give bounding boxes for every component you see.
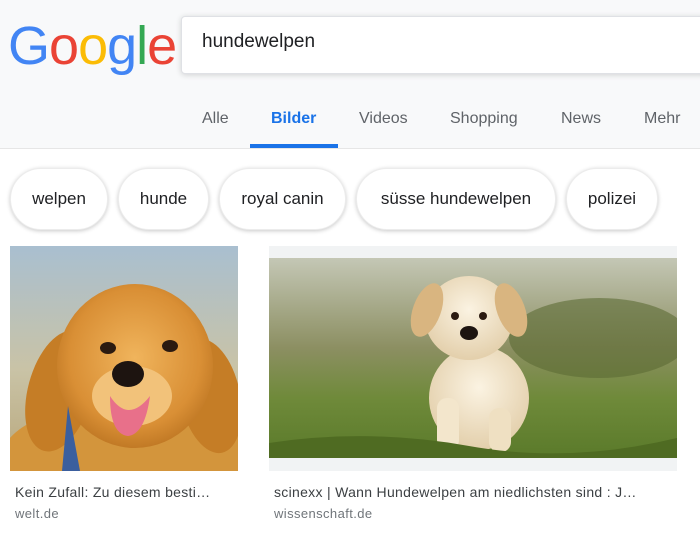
tab-shopping[interactable]: Shopping bbox=[450, 110, 518, 128]
result-caption[interactable]: Kein Zufall: Zu diesem besti… bbox=[15, 484, 237, 500]
golden-retriever-puppy-image bbox=[0, 246, 260, 521]
search-box[interactable] bbox=[181, 16, 700, 74]
google-logo[interactable]: Google bbox=[8, 16, 177, 76]
tab-news[interactable]: News bbox=[561, 110, 601, 128]
result-source[interactable]: wissenschaft.de bbox=[274, 506, 373, 521]
related-search-chips: welpen hunde royal canin süsse hundewelp… bbox=[0, 168, 700, 232]
chip-hunde[interactable]: hunde bbox=[118, 168, 209, 230]
image-result-2[interactable] bbox=[269, 258, 689, 458]
result-source[interactable]: welt.de bbox=[15, 506, 59, 521]
chip-welpen[interactable]: welpen bbox=[10, 168, 108, 230]
result-caption[interactable]: scinexx | Wann Hundewelpen am niedlichst… bbox=[274, 484, 672, 500]
search-input[interactable] bbox=[202, 31, 682, 53]
tab-bilder[interactable]: Bilder bbox=[271, 110, 316, 128]
tab-alle[interactable]: Alle bbox=[202, 110, 229, 128]
header-bar: Google Alle Bilder Videos Shopping News … bbox=[0, 0, 700, 149]
active-tab-indicator bbox=[250, 144, 338, 148]
tab-mehr[interactable]: Mehr bbox=[644, 110, 680, 128]
logo-letter: o bbox=[49, 16, 79, 76]
logo-letter: G bbox=[8, 16, 50, 76]
tab-videos[interactable]: Videos bbox=[359, 110, 408, 128]
chip-polizei[interactable]: polizei bbox=[566, 168, 658, 230]
chip-royal-canin[interactable]: royal canin bbox=[219, 168, 346, 230]
image-result-1[interactable] bbox=[0, 246, 260, 521]
search-tabs: Alle Bilder Videos Shopping News Mehr bbox=[0, 100, 700, 148]
logo-letter: o bbox=[78, 16, 108, 76]
logo-letter: e bbox=[147, 16, 177, 76]
logo-letter: l bbox=[136, 16, 148, 76]
logo-letter: g bbox=[107, 16, 137, 76]
labrador-puppy-image bbox=[269, 258, 689, 458]
chip-suesse-hundewelpen[interactable]: süsse hundewelpen bbox=[356, 168, 556, 230]
